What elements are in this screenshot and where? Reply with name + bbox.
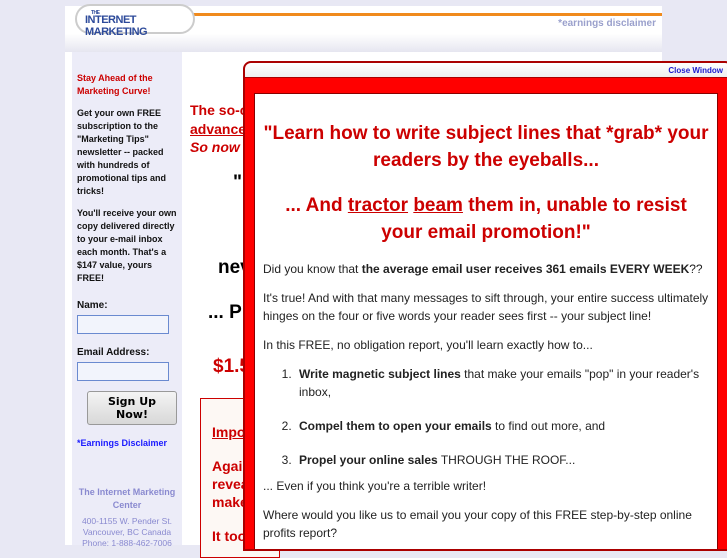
orange-rule: [185, 13, 662, 16]
header: THE INTERNET MARKETING *earnings disclaim…: [65, 4, 662, 52]
address-line: Vancouver, BC Canada: [82, 527, 172, 537]
address-line: 400-1155 W. Pender St.: [81, 516, 173, 526]
text: ... And: [285, 195, 348, 216]
text: THROUGH THE ROOF...: [437, 453, 576, 467]
text: to find out more, and: [491, 419, 606, 433]
text: Compel them to open your emails: [299, 419, 492, 433]
popup-content: "Learn how to write subject lines that *…: [254, 93, 718, 549]
popup-window: Close Window "Learn how to write subject…: [243, 61, 727, 551]
benefits-list: Write magnetic subject lines that make y…: [295, 365, 709, 469]
earnings-disclaimer-link[interactable]: *Earnings Disclaimer: [77, 437, 177, 450]
paragraph: It's true! And with that many messages t…: [263, 291, 709, 323]
text: Write magnetic subject lines: [299, 367, 461, 381]
paragraph: ... Even if you think you're a terrible …: [263, 479, 487, 493]
sidebar: Stay Ahead of the Marketing Curve! Get y…: [72, 52, 182, 548]
paragraph: Where would you like us to email you you…: [263, 508, 692, 540]
text: Propel your online sales: [299, 453, 438, 467]
text: Did you know that: [263, 262, 362, 276]
company-info: The Internet Marketing Center 400-1155 W…: [77, 486, 177, 549]
list-item: Compel them to open your emails to find …: [295, 417, 709, 435]
logo[interactable]: THE INTERNET MARKETING: [75, 4, 195, 38]
close-window-link[interactable]: Close Window: [668, 66, 723, 75]
promo-text: Get your own FREE subscription to the "M…: [77, 108, 166, 196]
subheadline: ... And tractor beam them in, unable to …: [263, 192, 709, 246]
text: ??: [689, 262, 703, 276]
email-input[interactable]: [77, 362, 169, 381]
paragraph: In this FREE, no obligation report, you'…: [263, 338, 593, 352]
sign-up-button[interactable]: Sign Up Now!: [87, 391, 177, 425]
main-text: The so-c: [190, 102, 248, 118]
phone: Phone: 1-888-462-7006: [82, 538, 172, 548]
text: tractor: [347, 195, 409, 216]
email-label: Email Address:: [77, 347, 150, 358]
main-link[interactable]: advance: [190, 121, 246, 137]
paragraph: Did you know that the average email user…: [263, 260, 709, 278]
name-input[interactable]: [77, 315, 169, 334]
text: the average email user receives 361 emai…: [361, 262, 690, 276]
logo-text: INTERNET MARKETING: [85, 14, 148, 38]
list-item: Propel your online sales THROUGH THE ROO…: [295, 451, 709, 469]
address: 400-1155 W. Pender St. Vancouver, BC Cana…: [77, 516, 177, 549]
main-text: ": [233, 172, 243, 193]
promo-heading: Stay Ahead of the Marketing Curve!: [77, 73, 153, 96]
list-item: Write magnetic subject lines that make y…: [295, 365, 709, 401]
name-label: Name:: [77, 300, 108, 311]
promo-text-2: You'll receive your own copy delivered d…: [77, 208, 177, 283]
text: beam: [413, 195, 463, 216]
logo-small: THE: [91, 10, 100, 16]
popup-title-bar: Close Window: [245, 63, 727, 78]
company-name: The Internet Marketing Center: [78, 487, 176, 510]
headline: "Learn how to write subject lines that *…: [263, 123, 709, 171]
earnings-disclaimer-link[interactable]: *earnings disclaimer: [558, 18, 656, 29]
main-text: ... P: [208, 302, 242, 323]
